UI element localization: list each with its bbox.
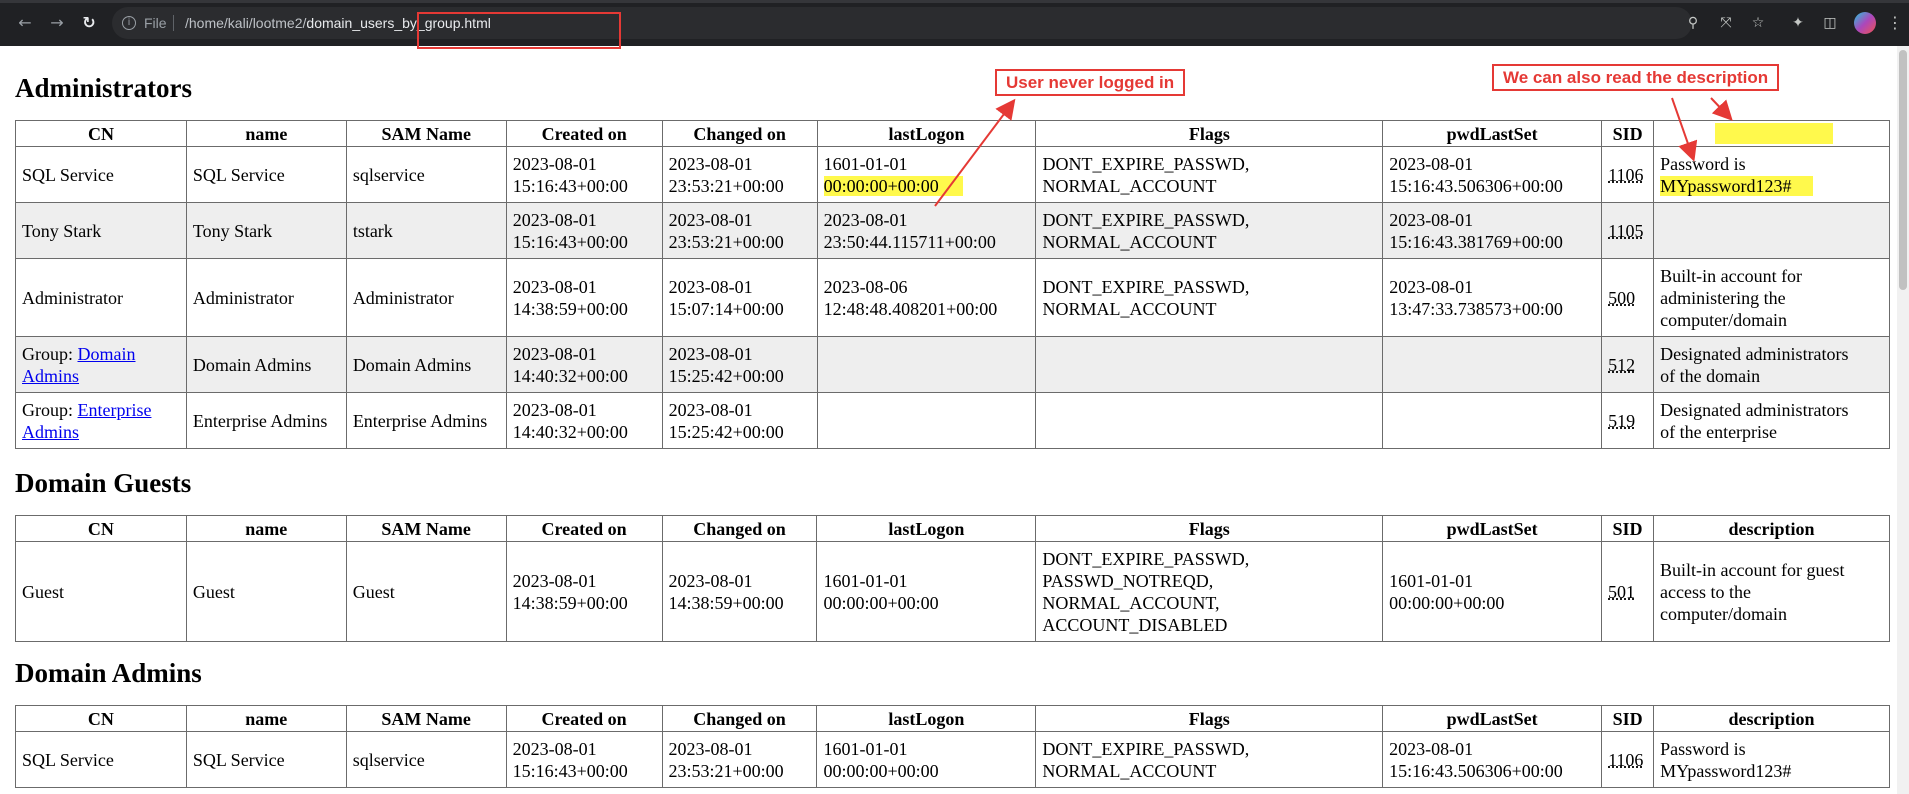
menu-icon[interactable]: ⋮ xyxy=(1887,12,1903,34)
description-arrow-to-value xyxy=(1671,97,1698,162)
page-content: Administrators CN name SAM Name Created on C… xyxy=(0,46,1897,794)
tab-strip xyxy=(0,0,1909,3)
browser-toolbar: ← → ↻ i File /home/kali/lootme2/domain_u… xyxy=(0,0,1909,49)
info-icon[interactable]: i xyxy=(122,16,136,30)
scrollbar[interactable] xyxy=(1897,46,1909,794)
url-highlight-box xyxy=(417,12,621,49)
address-separator xyxy=(173,15,174,31)
never-logged-in-arrow xyxy=(934,98,1016,207)
scrollbar-thumb[interactable] xyxy=(1899,50,1907,290)
reload-icon[interactable]: ↻ xyxy=(78,12,100,34)
description-arrow-to-header xyxy=(1710,97,1733,121)
read-description-callout: We can also read the description xyxy=(1492,64,1780,91)
star-icon[interactable]: ☆ xyxy=(1748,13,1768,33)
sidebar-icon[interactable]: ◫ xyxy=(1820,13,1840,33)
extensions-icon[interactable]: ✦ xyxy=(1788,13,1808,33)
address-bar[interactable]: i File /home/kali/lootme2/domain_users_b… xyxy=(112,7,1692,49)
file-label: File xyxy=(144,15,167,31)
avatar[interactable] xyxy=(1854,12,1876,34)
never-logged-in-callout: User never logged in xyxy=(995,69,1186,96)
share-icon[interactable]: ⤧ xyxy=(1716,13,1736,33)
url-directory: /home/kali/lootme2/ xyxy=(185,15,307,31)
zoom-icon[interactable]: ⚲ xyxy=(1683,13,1703,33)
annotation-arrows xyxy=(934,97,1733,207)
back-icon[interactable]: ← xyxy=(14,12,36,34)
forward-icon[interactable]: → xyxy=(46,12,68,34)
